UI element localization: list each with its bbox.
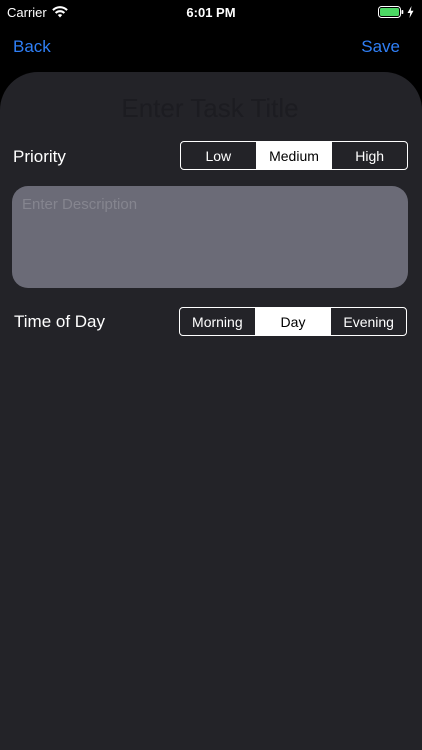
priority-segmented-control: Low Medium High (180, 141, 408, 170)
nav-bar: Back Save (0, 30, 422, 64)
time-segment-day[interactable]: Day (255, 308, 332, 335)
description-input[interactable] (12, 186, 408, 288)
task-title-input[interactable] (40, 88, 380, 128)
time-segment-morning[interactable]: Morning (180, 308, 256, 335)
time-of-day-label: Time of Day (14, 312, 106, 331)
carrier-label: Carrier (7, 4, 47, 20)
wifi-icon (51, 6, 68, 18)
time-of-day-segmented-control: Morning Day Evening (179, 307, 407, 336)
time-segment-evening[interactable]: Evening (331, 308, 406, 335)
status-right (378, 6, 414, 18)
screen: Carrier 6:01 PM Back Save Priority (0, 0, 422, 750)
battery-icon (378, 6, 404, 18)
priority-segment-high[interactable]: High (332, 142, 407, 169)
back-button[interactable]: Back (13, 37, 51, 57)
status-left: Carrier (7, 5, 68, 20)
task-form-sheet: Priority Low Medium High Time of Day Mor… (0, 72, 422, 750)
priority-segment-low[interactable]: Low (181, 142, 257, 169)
priority-segment-medium[interactable]: Medium (256, 142, 333, 169)
status-bar: Carrier 6:01 PM (0, 0, 422, 24)
charging-bolt-icon (407, 6, 414, 18)
priority-label: Priority (13, 147, 66, 166)
save-button[interactable]: Save (361, 37, 400, 57)
